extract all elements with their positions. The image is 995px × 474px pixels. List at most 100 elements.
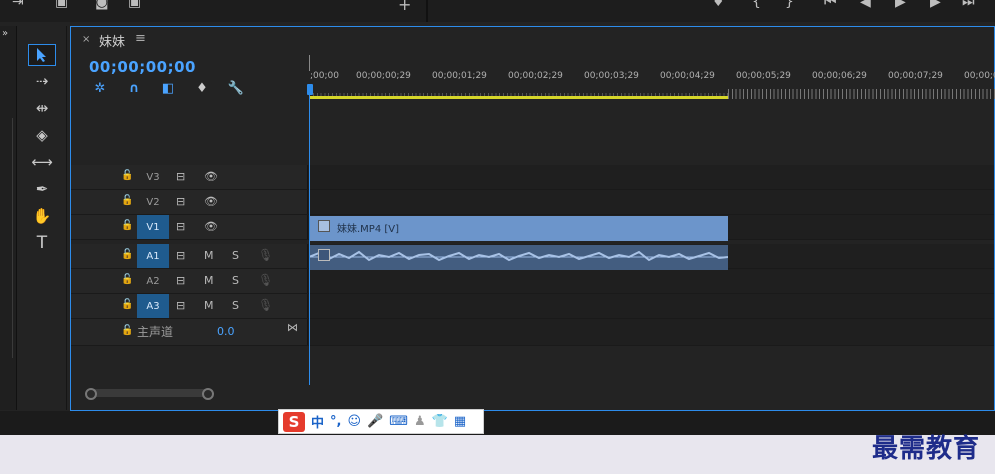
scrollbar-left-handle[interactable]: [85, 388, 97, 400]
toolbox-grid-icon[interactable]: ▦: [454, 414, 466, 429]
punctuation-toggle[interactable]: °,: [330, 414, 341, 429]
close-tab-icon[interactable]: ×: [82, 34, 90, 45]
track-row-v2: 🔓 V2 ⊟ 👁: [71, 190, 994, 215]
track-header: 🔓 A3 ⊟ M S 🎙: [71, 294, 308, 318]
lock-icon[interactable]: 🔓: [121, 299, 133, 310]
track-name[interactable]: A2: [137, 269, 169, 293]
track-lane[interactable]: [308, 190, 994, 214]
lock-icon[interactable]: 🔓: [121, 274, 133, 285]
sync-lock-icon[interactable]: ⊟: [176, 170, 185, 183]
skin-shirt-icon[interactable]: 👕: [432, 414, 448, 429]
mark-out-icon[interactable]: }: [785, 0, 794, 10]
sync-lock-icon[interactable]: ⊟: [176, 220, 185, 233]
video-clip[interactable]: 妹妹.MP4 [V]: [309, 216, 728, 241]
track-name[interactable]: A3: [137, 294, 169, 318]
play-icon[interactable]: ▶: [895, 0, 906, 10]
lock-icon[interactable]: 🔓: [121, 249, 133, 260]
go-to-in-icon[interactable]: ⏮: [824, 0, 837, 10]
track-header: [71, 319, 308, 345]
microphone-icon[interactable]: 🎙: [258, 298, 273, 312]
insert-icon[interactable]: ⇥: [12, 0, 24, 10]
ruler-label: 00;00;01;29: [432, 71, 487, 81]
master-track-name: 主声道: [137, 325, 174, 339]
solo-button[interactable]: S: [232, 299, 239, 312]
horizontal-zoom-scrollbar[interactable]: [85, 388, 214, 400]
emoji-icon[interactable]: ☺: [347, 414, 361, 429]
camera-icon[interactable]: ◙: [95, 0, 109, 10]
ruler-label: 00;00;04;29: [660, 71, 715, 81]
mute-button[interactable]: M: [204, 299, 214, 312]
linked-selection-icon[interactable]: ◧: [159, 80, 177, 96]
ruler-label: 00;00;02;29: [508, 71, 563, 81]
add-marker-icon[interactable]: ♦: [193, 80, 211, 96]
sogou-logo-icon[interactable]: S: [283, 411, 305, 432]
nest-toggle-icon[interactable]: ✲: [91, 80, 109, 96]
microphone-icon[interactable]: 🎤: [367, 414, 383, 429]
selection-tool-icon[interactable]: [28, 44, 56, 66]
sequence-tab[interactable]: 妹妹: [99, 31, 125, 50]
mute-button[interactable]: M: [204, 249, 214, 262]
eye-icon[interactable]: 👁: [204, 170, 218, 183]
sync-lock-icon[interactable]: ⊟: [176, 195, 185, 208]
playhead-timecode[interactable]: 00;00;00;00: [89, 58, 196, 76]
track-name[interactable]: V2: [137, 190, 169, 214]
scrollbar-right-handle[interactable]: [202, 388, 214, 400]
step-forward-icon[interactable]: ▶: [930, 0, 941, 10]
audio-clip[interactable]: [309, 245, 728, 270]
track-lane[interactable]: [308, 165, 994, 189]
go-to-end-icon[interactable]: ⋈: [287, 321, 298, 334]
ruler-label: 00;00;06;29: [812, 71, 867, 81]
marker-icon[interactable]: ♦: [712, 0, 725, 10]
snap-icon[interactable]: ∩: [125, 80, 143, 96]
camera-icon[interactable]: ▣: [128, 0, 141, 10]
ruler-ticks: [728, 89, 995, 99]
desktop-background: [0, 435, 995, 474]
master-volume-value[interactable]: 0.0: [217, 325, 235, 338]
playhead-line[interactable]: [309, 89, 310, 385]
timeline-settings-icon[interactable]: 🔧: [227, 80, 245, 96]
ripple-edit-tool-icon[interactable]: ⇹: [28, 97, 56, 119]
solo-button[interactable]: S: [232, 249, 239, 262]
track-select-tool-icon[interactable]: ⇢: [28, 70, 56, 92]
pen-tool-icon[interactable]: ✒: [28, 178, 56, 200]
panel-menu-icon[interactable]: ≡: [135, 31, 146, 46]
microphone-icon[interactable]: 🎙: [258, 248, 273, 262]
user-icon[interactable]: ♟: [414, 414, 426, 429]
keyboard-icon[interactable]: ⌨: [389, 414, 408, 429]
hand-tool-icon[interactable]: ✋: [28, 205, 56, 227]
mute-button[interactable]: M: [204, 274, 214, 287]
track-name[interactable]: V3: [137, 165, 169, 189]
track-name[interactable]: A1: [137, 244, 169, 268]
razor-tool-icon[interactable]: ◈: [28, 124, 56, 146]
playhead-handle[interactable]: [307, 84, 313, 95]
track-name[interactable]: V1: [137, 215, 169, 239]
add-icon[interactable]: +: [398, 0, 411, 14]
slip-tool-icon[interactable]: ⟷: [28, 151, 56, 173]
sync-lock-icon[interactable]: ⊟: [176, 274, 185, 287]
type-tool-icon[interactable]: T: [28, 232, 56, 254]
track-lane[interactable]: [308, 269, 994, 293]
lock-icon[interactable]: 🔓: [121, 170, 133, 181]
track-lane[interactable]: [308, 319, 994, 345]
microphone-icon[interactable]: 🎙: [258, 273, 273, 287]
work-area-bar[interactable]: [309, 96, 728, 99]
ruler-label: 00;00;05;29: [736, 71, 791, 81]
go-to-out-icon[interactable]: ⏭: [962, 0, 975, 10]
input-mode-toggle[interactable]: 中: [311, 412, 324, 431]
panel-expand-icon[interactable]: »: [2, 28, 8, 39]
fx-badge-icon: [318, 220, 330, 232]
lock-icon[interactable]: 🔓: [121, 220, 133, 231]
timeline-panel: × 妹妹 ≡ 00;00;00;00 ✲ ∩ ◧ ♦ 🔧 ;00;00 00;0…: [70, 26, 995, 411]
solo-button[interactable]: S: [232, 274, 239, 287]
export-frame-icon[interactable]: ▣: [55, 0, 68, 10]
sync-lock-icon[interactable]: ⊟: [176, 249, 185, 262]
eye-icon[interactable]: 👁: [204, 195, 218, 208]
step-back-icon[interactable]: ◀: [860, 0, 871, 10]
track-header: 🔓 V3 ⊟ 👁: [71, 165, 308, 189]
track-lane[interactable]: [308, 294, 994, 318]
eye-icon[interactable]: 👁: [204, 220, 218, 233]
sync-lock-icon[interactable]: ⊟: [176, 299, 185, 312]
mark-in-icon[interactable]: {: [752, 0, 761, 10]
lock-icon[interactable]: 🔓: [121, 325, 133, 336]
lock-icon[interactable]: 🔓: [121, 195, 133, 206]
